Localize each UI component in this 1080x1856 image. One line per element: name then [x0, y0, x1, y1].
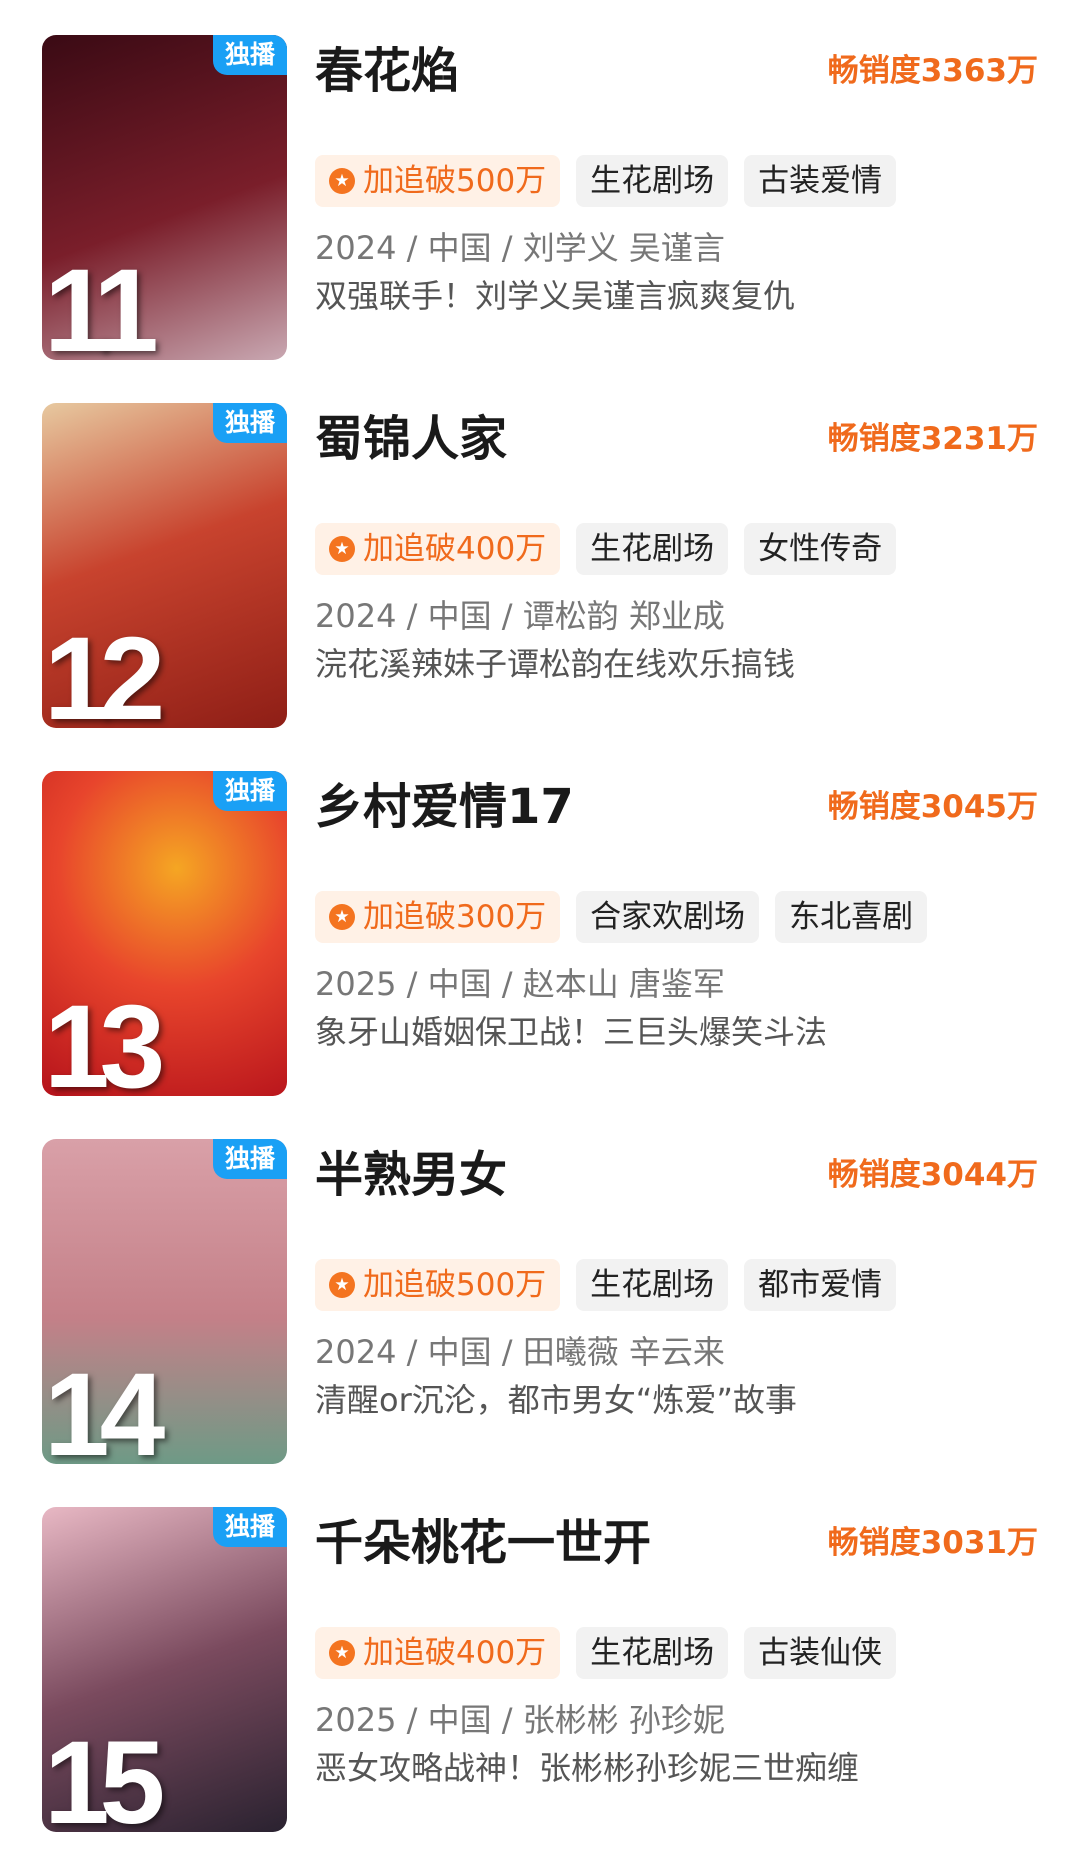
- drama-title[interactable]: 乡村爱情17: [315, 777, 574, 837]
- star-icon: ★: [329, 1640, 355, 1666]
- genre-tag[interactable]: 古装爱情: [744, 155, 897, 207]
- poster-image[interactable]: 独播 14: [42, 1139, 287, 1464]
- hot-tag-label: 加追破300万: [363, 899, 547, 935]
- list-item[interactable]: 独播 15 千朵桃花一世开 畅销度3031万 ★ 加追破400万 生花剧场 古装…: [0, 1507, 1080, 1837]
- hot-tag-label: 加追破500万: [363, 163, 547, 199]
- drama-title[interactable]: 千朵桃花一世开: [315, 1513, 651, 1573]
- rank-number: 15: [44, 1717, 165, 1832]
- hot-tag: ★ 加追破400万: [315, 1627, 561, 1679]
- list-item[interactable]: 独播 12 蜀锦人家 畅销度3231万 ★ 加追破400万 生花剧场 女性传奇 …: [0, 403, 1080, 733]
- poster-image[interactable]: 独播 13: [42, 771, 287, 1096]
- list-item[interactable]: 独播 13 乡村爱情17 畅销度3045万 ★ 加追破300万 合家欢剧场 东北…: [0, 771, 1080, 1101]
- poster-image[interactable]: 独播 11: [42, 35, 287, 360]
- tag-row: ★ 加追破500万 生花剧场 古装爱情: [315, 155, 897, 207]
- category-tag[interactable]: 生花剧场: [576, 155, 729, 207]
- tag-row: ★ 加追破400万 生花剧场 女性传奇: [315, 523, 897, 575]
- meta-info: 2025 / 中国 / 赵本山 唐鉴军: [315, 965, 725, 1003]
- meta-info: 2025 / 中国 / 张彬彬 孙珍妮: [315, 1701, 725, 1739]
- exclusive-badge: 独播: [212, 1139, 287, 1179]
- star-icon: ★: [329, 168, 355, 194]
- drama-title[interactable]: 蜀锦人家: [315, 409, 507, 469]
- rank-number: 14: [44, 1349, 165, 1464]
- hot-tag-label: 加追破400万: [363, 531, 547, 567]
- genre-tag[interactable]: 古装仙侠: [744, 1627, 897, 1679]
- sales-index: 畅销度3363万: [827, 53, 1038, 89]
- genre-tag[interactable]: 女性传奇: [744, 523, 897, 575]
- drama-title[interactable]: 春花焰: [315, 41, 459, 101]
- rank-number: 13: [44, 981, 165, 1096]
- description: 清醒or沉沦，都市男女“炼爱”故事: [315, 1381, 797, 1419]
- star-icon: ★: [329, 1272, 355, 1298]
- category-tag[interactable]: 生花剧场: [576, 1627, 729, 1679]
- sales-index: 畅销度3045万: [827, 789, 1038, 825]
- hot-tag-label: 加追破500万: [363, 1267, 547, 1303]
- exclusive-badge: 独播: [212, 1507, 287, 1547]
- category-tag[interactable]: 生花剧场: [576, 523, 729, 575]
- meta-info: 2024 / 中国 / 刘学义 吴谨言: [315, 229, 725, 267]
- meta-info: 2024 / 中国 / 谭松韵 郑业成: [315, 597, 725, 635]
- meta-info: 2024 / 中国 / 田曦薇 辛云来: [315, 1333, 725, 1371]
- sales-index: 畅销度3044万: [827, 1157, 1038, 1193]
- tag-row: ★ 加追破400万 生花剧场 古装仙侠: [315, 1627, 897, 1679]
- exclusive-badge: 独播: [212, 35, 287, 75]
- drama-ranking-list: 独播 11 春花焰 畅销度3363万 ★ 加追破500万 生花剧场 古装爱情 2…: [0, 0, 1080, 1856]
- category-tag[interactable]: 生花剧场: [576, 1259, 729, 1311]
- genre-tag[interactable]: 东北喜剧: [775, 891, 928, 943]
- description: 恶女攻略战神！张彬彬孙珍妮三世痴缠: [315, 1749, 860, 1787]
- list-item[interactable]: 独播 14 半熟男女 畅销度3044万 ★ 加追破500万 生花剧场 都市爱情 …: [0, 1139, 1080, 1469]
- hot-tag: ★ 加追破400万: [315, 523, 561, 575]
- list-item[interactable]: 独播 11 春花焰 畅销度3363万 ★ 加追破500万 生花剧场 古装爱情 2…: [0, 35, 1080, 365]
- poster-image[interactable]: 独播 15: [42, 1507, 287, 1832]
- tag-row: ★ 加追破500万 生花剧场 都市爱情: [315, 1259, 897, 1311]
- description: 双强联手！刘学义吴谨言疯爽复仇: [315, 277, 796, 315]
- poster-image[interactable]: 独播 12: [42, 403, 287, 728]
- genre-tag[interactable]: 都市爱情: [744, 1259, 897, 1311]
- drama-title[interactable]: 半熟男女: [315, 1145, 507, 1205]
- tag-row: ★ 加追破300万 合家欢剧场 东北喜剧: [315, 891, 928, 943]
- star-icon: ★: [329, 536, 355, 562]
- rank-number: 12: [44, 613, 165, 728]
- sales-index: 畅销度3031万: [827, 1525, 1038, 1561]
- exclusive-badge: 独播: [212, 771, 287, 811]
- hot-tag: ★ 加追破500万: [315, 155, 561, 207]
- category-tag[interactable]: 合家欢剧场: [576, 891, 760, 943]
- sales-index: 畅销度3231万: [827, 421, 1038, 457]
- description: 象牙山婚姻保卫战！三巨头爆笑斗法: [315, 1013, 828, 1051]
- hot-tag-label: 加追破400万: [363, 1635, 547, 1671]
- exclusive-badge: 独播: [212, 403, 287, 443]
- description: 浣花溪辣妹子谭松韵在线欢乐搞钱: [315, 645, 796, 683]
- star-icon: ★: [329, 904, 355, 930]
- hot-tag: ★ 加追破500万: [315, 1259, 561, 1311]
- hot-tag: ★ 加追破300万: [315, 891, 561, 943]
- rank-number: 11: [44, 245, 159, 360]
